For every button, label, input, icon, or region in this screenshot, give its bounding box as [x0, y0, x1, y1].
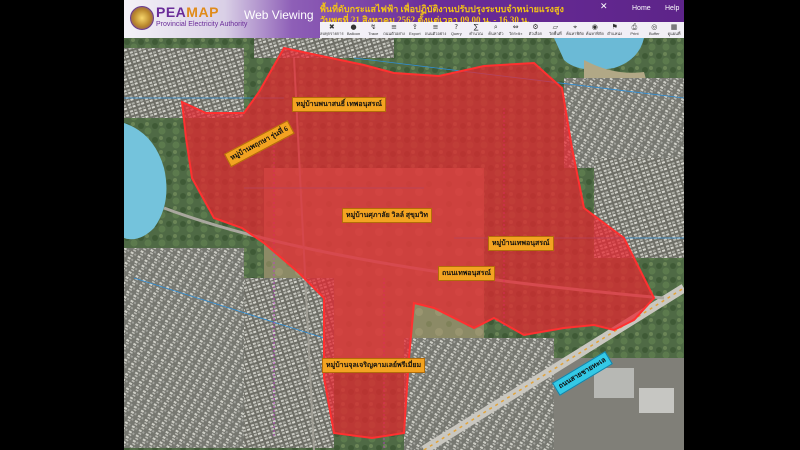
nav-home[interactable]: Home [632, 5, 651, 12]
housing-sw [124, 248, 244, 448]
housing-s [244, 278, 334, 448]
pea-map-app: หมู่บ้านพนาสนธิ์ เทพอนุสรณ์ หมู่บ้านพฤกษ… [124, 0, 684, 450]
delete-icon: ✖ [328, 23, 335, 31]
coordinate-icon: ⌖ [573, 23, 578, 31]
app-header: PEAMAP Provincial Electricity Authority … [124, 0, 684, 38]
query-icon: ? [454, 23, 459, 31]
toolbar-button-label: Export [409, 31, 421, 36]
calculate-icon: ∑ [473, 23, 479, 31]
housing-ne [564, 78, 684, 168]
warehouse-2 [639, 388, 674, 413]
label-village-center: หมู่บ้านศุภาลัย วิลล์ สุขุมวิท [342, 208, 432, 223]
toolbar-button-label: Print [630, 31, 639, 36]
toolbar-button-label: ค้นหาพิกัด [585, 31, 604, 36]
toolbar-button-label: ถนนตัวอย่าง [424, 31, 447, 36]
buffer-icon: ◎ [651, 23, 658, 31]
area-icon: ▱ [552, 23, 558, 31]
toolbar-button-label: Buffer [648, 31, 660, 36]
pea-map-logo[interactable]: PEAMAP Provincial Electricity Authority [130, 4, 247, 34]
toolbar-button-print[interactable]: ⎙ Print [625, 22, 645, 38]
toolbar-button-trace[interactable]: ↯ Trace [363, 22, 383, 38]
toolbar-button-buffer[interactable]: ◎ Buffer [644, 22, 664, 38]
logo-subtitle: Provincial Electricity Authority [156, 21, 248, 28]
label-village-right: หมู่บ้านเทพอนุสรณ์ [488, 236, 554, 251]
toolbar-button-coordinate[interactable]: ⌖ ค้นหาพิกัด [565, 22, 585, 38]
location-icon: ◉ [591, 23, 598, 31]
toolbar-button-map[interactable]: ▦ ดูแผนที่ [664, 22, 684, 38]
toolbar-button-measure[interactable]: ⇔ วัดระยะ [506, 22, 526, 38]
logo-title-pea: PEA [156, 4, 187, 20]
toolbar-button-label: วัดพื้นที่ [548, 31, 562, 36]
label-village-top: หมู่บ้านพนาสนธิ์ เทพอนุสรณ์ [292, 97, 386, 112]
toolbar-button-label: Balloon [346, 31, 361, 36]
measure-icon: ⇔ [512, 23, 519, 31]
balloon-icon: ● [350, 23, 357, 31]
housing-n [254, 38, 394, 58]
export-icon: ⇪ [411, 23, 418, 31]
toolbar-button-area[interactable]: ▱ วัดพื้นที่ [545, 22, 565, 38]
warehouse-1 [594, 368, 634, 398]
toolbar-button-label: ดูแผนที่ [667, 31, 681, 36]
toolbar-button-label: ตำแหน่ง [607, 31, 623, 36]
options-icon: ⚙ [532, 23, 539, 31]
road-icon: ≡ [391, 23, 397, 31]
toolbar-button-road[interactable]: ≡ ถนนตัวอย่าง [383, 22, 405, 38]
label-village-bottom: หมู่บ้านจุลเจริญคามเลย์พรีเมี่ยม [322, 358, 426, 373]
toolbar-button-road[interactable]: ≡ ถนนตัวอย่าง [425, 22, 447, 38]
toolbar-button-calculate[interactable]: ∑ คำนวณ [466, 22, 486, 38]
screen: หมู่บ้านพนาสนธิ์ เทพอนุสรณ์ หมู่บ้านพฤกษ… [0, 0, 800, 450]
toolbar-button-label: ตัวเลือก [528, 31, 543, 36]
map-toolbar: ✖ ลบทุกรายการ ● Balloon ↯ Trace ≡ ถนนตัวอย่าง ⇪ E… [320, 22, 684, 38]
toolbar-button-label: คำนวณ [469, 31, 483, 36]
position-icon: ⚑ [611, 23, 618, 31]
toolbar-button-label: ถนนตัวอย่าง [383, 31, 405, 36]
trace-icon: ↯ [370, 23, 377, 31]
toolbar-button-balloon[interactable]: ● Balloon [344, 22, 364, 38]
search-icon: ⌕ [493, 23, 498, 31]
toolbar-button-options[interactable]: ⚙ ตัวเลือก [526, 22, 546, 38]
toolbar-button-label: ลบทุกรายการ [320, 31, 344, 36]
toolbar-button-label: วัดระยะ [508, 31, 523, 36]
toolbar-button-label: ค้นหาตัว [488, 31, 504, 36]
toolbar-button-location[interactable]: ◉ ค้นหาพิกัด [585, 22, 605, 38]
toolbar-button-search[interactable]: ⌕ ค้นหาตัว [486, 22, 506, 38]
map-icon: ▦ [670, 23, 678, 31]
road-icon: ≡ [432, 23, 439, 31]
housing-se [404, 338, 554, 450]
web-viewing-title: Web Viewing [244, 8, 314, 22]
toolbar-button-delete[interactable]: ✖ ลบทุกรายการ [320, 22, 344, 38]
logo-title: PEAMAP [156, 4, 219, 20]
toolbar-button-position[interactable]: ⚑ ตำแหน่ง [605, 22, 625, 38]
map-canvas[interactable] [124, 38, 684, 450]
toolbar-button-label: Trace [368, 31, 379, 36]
label-road-center: ถนนเทพอนุสรณ์ [438, 266, 495, 281]
toolbar-button-label: Query [450, 31, 462, 36]
logo-title-map: MAP [186, 4, 219, 20]
nav-help[interactable]: Help [665, 5, 679, 12]
print-icon: ⎙ [631, 23, 638, 31]
map-view[interactable]: หมู่บ้านพนาสนธิ์ เทพอนุสรณ์ หมู่บ้านพฤกษ… [124, 38, 684, 450]
toolbar-button-label: ค้นหาพิกัด [566, 31, 585, 36]
toolbar-button-query[interactable]: ? Query [446, 22, 466, 38]
close-icon[interactable]: ✕ [600, 2, 608, 12]
toolbar-button-export[interactable]: ⇪ Export [405, 22, 425, 38]
pea-emblem-icon [130, 6, 154, 30]
